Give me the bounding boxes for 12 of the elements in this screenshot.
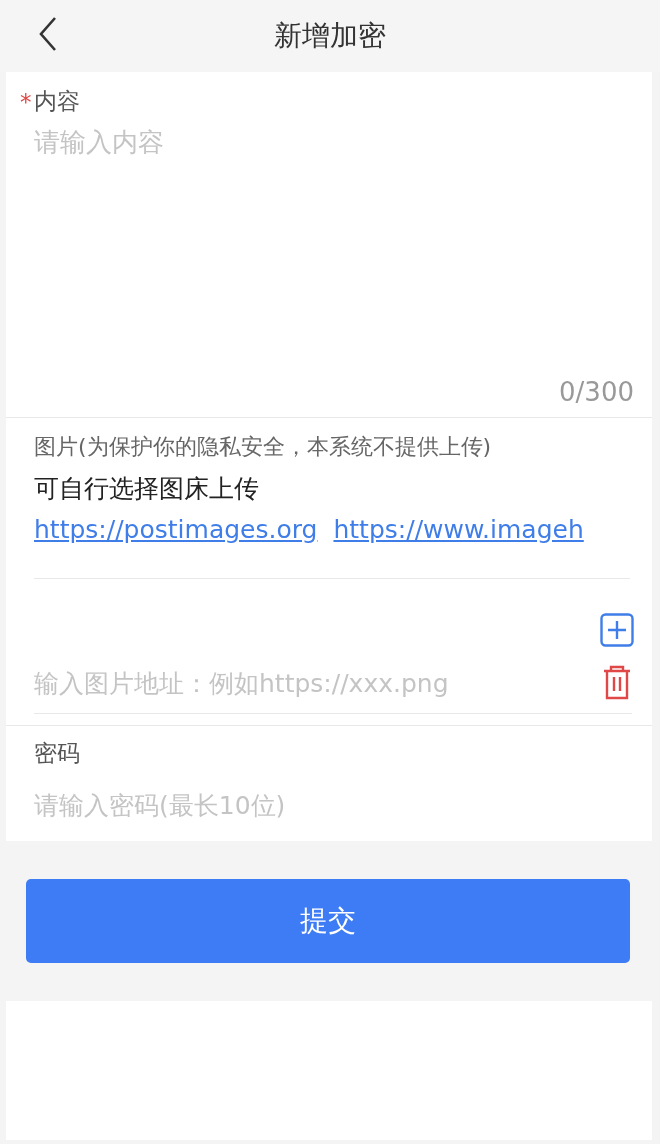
required-mark: * [20,88,32,115]
delete-icon[interactable] [602,665,632,701]
back-icon[interactable] [38,16,58,52]
field-label: 密码 [34,739,81,768]
page-title: 新增加密 [274,18,386,54]
field-label: 内容 [33,87,80,116]
hint-text: 可自行选择图床上传 [34,473,260,505]
link[interactable]: https://www.imageh [333,515,584,544]
add-icon[interactable] [600,613,634,647]
submit-button[interactable]: 提交 [26,879,630,963]
field-label: 图片(为保护你的隐私安全，本系统不提供上传) [34,433,493,461]
link[interactable]: https://postimages.org [34,515,318,544]
